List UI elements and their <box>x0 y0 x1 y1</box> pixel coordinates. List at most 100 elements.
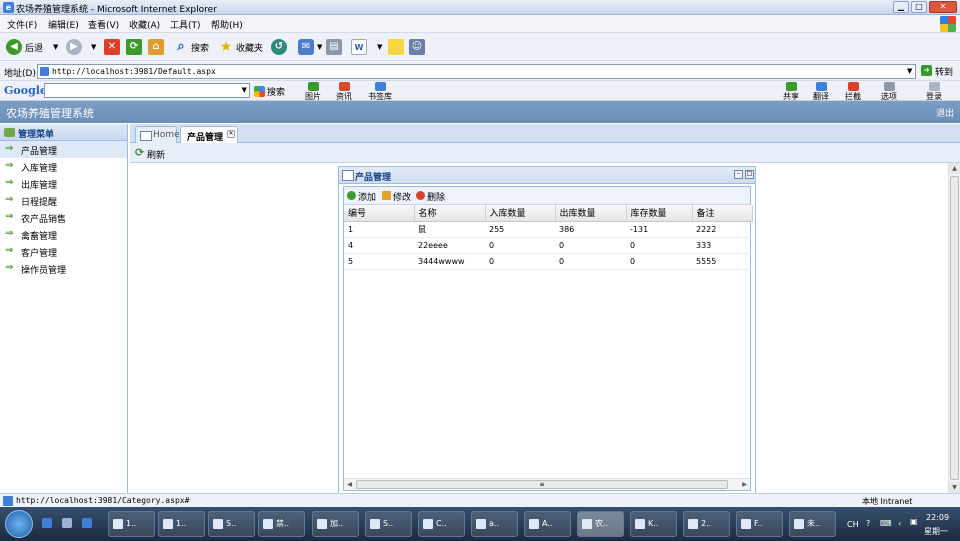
taskbar-item[interactable]: C.. <box>418 511 465 537</box>
arrow-right-icon: ⇒ <box>5 160 14 171</box>
scroll-thumb[interactable]: ≡ <box>356 480 728 489</box>
sidebar-item-livestock[interactable]: ⇒ 禽畜管理 <box>0 226 127 243</box>
google-share-button[interactable]: 共享 <box>783 82 799 102</box>
google-block-button[interactable]: 拦截 <box>845 82 861 102</box>
taskbar-item[interactable]: S.. <box>365 511 412 537</box>
notes-button[interactable] <box>388 39 404 55</box>
sidebar-item-stock-out[interactable]: ⇒ 出库管理 <box>0 175 127 192</box>
back-button[interactable]: ◀ 后退 ▼ <box>6 39 58 55</box>
arrow-right-icon: ⇒ <box>5 211 14 222</box>
col-header-id[interactable]: 编号 <box>344 205 415 222</box>
start-button[interactable] <box>5 510 33 538</box>
language-indicator[interactable]: CH <box>847 520 859 529</box>
taskbar-item-active[interactable]: 农.. <box>577 511 624 537</box>
taskbar-item[interactable]: a.. <box>471 511 518 537</box>
google-search-button[interactable]: 搜索 <box>254 83 285 99</box>
quicklaunch-app-icon[interactable] <box>82 518 92 528</box>
taskbar-item[interactable]: F.. <box>736 511 783 537</box>
help-icon[interactable]: ? <box>866 519 870 528</box>
search-button[interactable]: ⌕ 搜索 <box>173 39 209 55</box>
clock-time[interactable]: 22:09 <box>926 513 949 522</box>
sidebar-item-operator[interactable]: ⇒ 操作员管理 <box>0 260 127 277</box>
tab-product[interactable]: 产品管理 ✕ <box>180 126 238 144</box>
refresh-button[interactable]: ⟳ <box>126 39 142 55</box>
history-button[interactable]: ↺ <box>271 39 287 55</box>
col-header-name[interactable]: 名称 <box>414 205 486 222</box>
network-icon[interactable]: ▣ <box>910 517 918 526</box>
delete-button[interactable]: 删除 <box>416 190 445 203</box>
google-options-button[interactable]: 选项 <box>881 82 897 102</box>
edit-button[interactable]: 修改 <box>382 190 411 203</box>
panel-minimize-button[interactable]: – <box>734 170 743 179</box>
minimize-button[interactable]: ▁ <box>893 1 909 13</box>
google-login-button[interactable]: 登录 <box>926 82 942 102</box>
scroll-up-icon[interactable]: ▲ <box>949 163 960 174</box>
google-bookmarks-button[interactable]: 书签库 <box>368 82 392 102</box>
mail-button[interactable]: ✉ ▼ <box>298 39 322 55</box>
taskbar-item[interactable]: K.. <box>630 511 677 537</box>
print-button[interactable]: ▤ <box>326 39 342 55</box>
taskbar-item[interactable]: A.. <box>524 511 571 537</box>
table-row[interactable]: 1 鼠 255 386 -131 2222 <box>344 221 752 238</box>
menu-view[interactable]: 查看(V) <box>88 18 119 31</box>
menu-favorites[interactable]: 收藏(A) <box>129 18 160 31</box>
grid-horizontal-scrollbar[interactable]: ◀ ≡ ▶ <box>344 478 750 490</box>
cell-id: 4 <box>344 237 414 254</box>
col-header-in-qty[interactable]: 入库数量 <box>485 205 556 222</box>
google-images-button[interactable]: 图片 <box>305 82 321 102</box>
go-button[interactable]: ➜ 转到 <box>921 65 953 78</box>
col-header-out-qty[interactable]: 出库数量 <box>555 205 627 222</box>
close-button[interactable]: ✕ <box>929 1 957 13</box>
table-row[interactable]: 5 3444wwww 0 0 0 5555 <box>344 253 752 270</box>
menu-tools[interactable]: 工具(T) <box>170 18 201 31</box>
scroll-left-icon[interactable]: ◀ <box>344 479 355 490</box>
panel-maximize-button[interactable]: □ <box>745 170 754 179</box>
menu-file[interactable]: 文件(F) <box>7 18 37 31</box>
tray-arrow-icon[interactable]: ‹ <box>898 519 901 528</box>
scroll-thumb[interactable] <box>950 176 959 480</box>
messenger-button[interactable]: ☺ <box>409 39 425 55</box>
scroll-down-icon[interactable]: ▼ <box>949 482 960 493</box>
tab-home[interactable]: Home <box>135 126 180 143</box>
menu-edit[interactable]: 编辑(E) <box>48 18 79 31</box>
sidebar-item-schedule[interactable]: ⇒ 日程提醒 <box>0 192 127 209</box>
taskbar-item[interactable]: 禁.. <box>258 511 305 537</box>
forward-button[interactable]: ▶ ▼ <box>66 39 96 55</box>
refresh-link[interactable]: 刷新 <box>135 146 165 161</box>
taskbar-item[interactable]: 1.. <box>108 511 155 537</box>
home-button[interactable]: ⌂ <box>148 39 164 55</box>
taskbar-item[interactable]: S.. <box>208 511 255 537</box>
edit-word-button[interactable]: W ▼ <box>351 39 382 55</box>
maximize-button[interactable]: □ <box>911 1 927 13</box>
address-input[interactable]: http://localhost:3981/Default.aspx <box>37 64 916 79</box>
add-button[interactable]: 添加 <box>347 190 376 203</box>
taskbar-item[interactable]: 2.. <box>683 511 730 537</box>
taskbar-item[interactable]: 加.. <box>312 511 359 537</box>
keyboard-icon[interactable]: ⌨ <box>880 519 892 528</box>
favorites-button[interactable]: ★ 收藏夹 <box>218 39 263 55</box>
scroll-right-icon[interactable]: ▶ <box>739 479 750 490</box>
table-row[interactable]: 4 22eeee 0 0 0 333 <box>344 237 752 254</box>
quicklaunch-desktop-icon[interactable] <box>62 518 72 528</box>
sidebar-item-stock-in[interactable]: ⇒ 入库管理 <box>0 158 127 175</box>
clock-day[interactable]: 星期一 <box>924 526 948 537</box>
address-dropdown-icon[interactable]: ▼ <box>907 67 912 75</box>
google-search-input[interactable]: ▼ <box>44 83 250 98</box>
stop-button[interactable]: ✕ <box>104 39 120 55</box>
sidebar-item-sales[interactable]: ⇒ 农产品销售 <box>0 209 127 226</box>
google-translate-button[interactable]: 翻译 <box>813 82 829 102</box>
quicklaunch-ie-icon[interactable] <box>42 518 52 528</box>
logout-link[interactable]: 退出 <box>936 106 954 119</box>
sidebar-item-customer[interactable]: ⇒ 客户管理 <box>0 243 127 260</box>
menu-help[interactable]: 帮助(H) <box>211 18 243 31</box>
taskbar-item[interactable]: 未.. <box>789 511 836 537</box>
tab-close-icon[interactable]: ✕ <box>227 130 235 138</box>
taskbar-item[interactable]: 1.. <box>158 511 205 537</box>
col-header-stock-qty[interactable]: 库存数量 <box>626 205 693 222</box>
app-title: 农场养殖管理系统 <box>6 107 94 120</box>
google-news-button[interactable]: 资讯 <box>336 82 352 102</box>
page-vertical-scrollbar[interactable]: ▲ ▼ <box>948 163 960 493</box>
sidebar-item-label: 产品管理 <box>21 147 58 157</box>
sidebar-item-product[interactable]: ⇒ 产品管理 <box>0 141 127 158</box>
col-header-remark[interactable]: 备注 <box>692 205 753 222</box>
